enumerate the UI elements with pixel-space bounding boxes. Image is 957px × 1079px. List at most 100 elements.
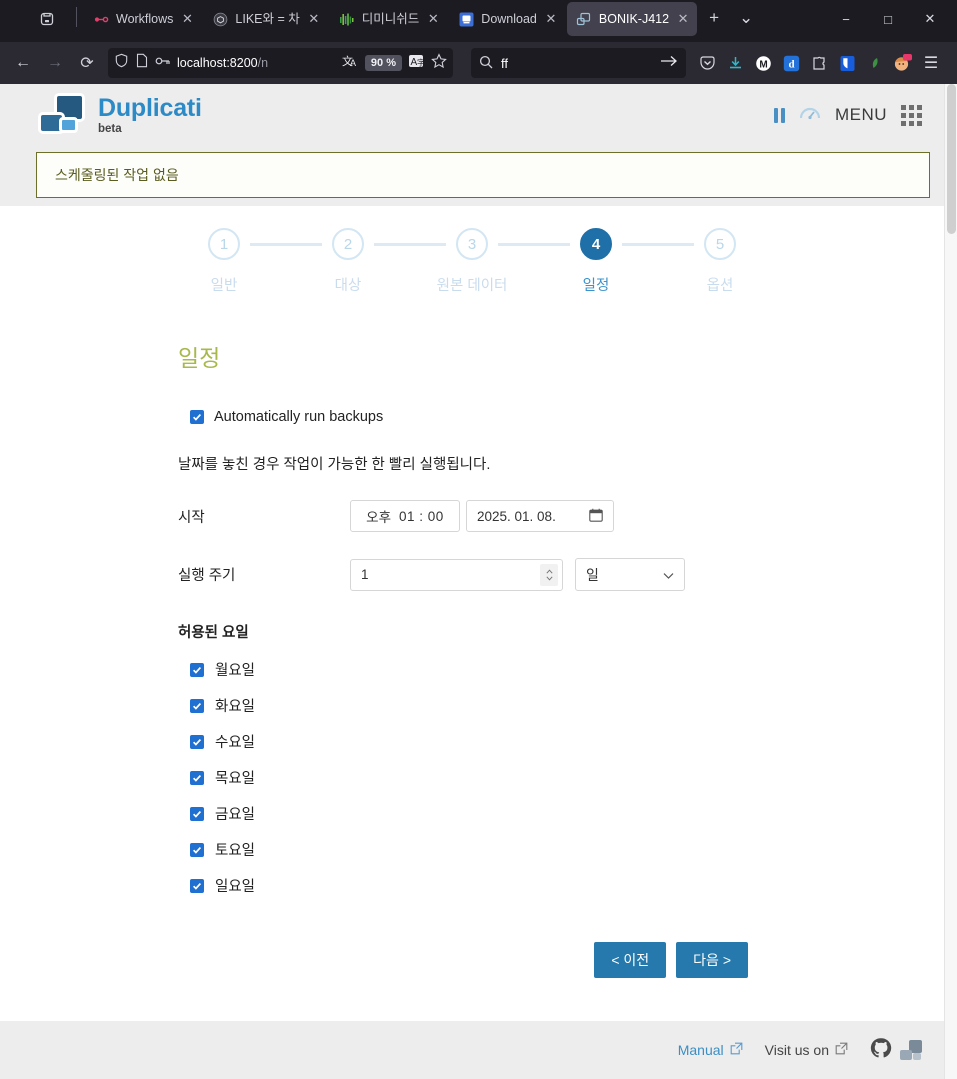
github-icon[interactable] [870, 1037, 892, 1064]
close-icon[interactable]: ✕ [544, 11, 558, 27]
permissions-key-icon[interactable] [155, 54, 171, 73]
shield-icon[interactable] [114, 53, 129, 73]
previous-button[interactable]: < 이전 [594, 942, 667, 978]
weekday-row[interactable]: 수요일 [178, 731, 944, 752]
close-icon[interactable]: ✕ [676, 11, 690, 27]
close-icon[interactable]: ✕ [180, 11, 194, 27]
new-tab-button[interactable]: + [700, 4, 728, 32]
auto-run-label: Automatically run backups [214, 409, 384, 425]
close-window-button[interactable]: ✕ [909, 3, 951, 35]
wizard-step-4[interactable]: 4 일정 [570, 228, 622, 295]
weekday-row[interactable]: 토요일 [178, 839, 944, 860]
m-extension-icon[interactable]: M [750, 50, 776, 76]
weekday-row[interactable]: 목요일 [178, 767, 944, 788]
page-scrollbar[interactable] [944, 84, 957, 1079]
close-icon[interactable]: ✕ [307, 11, 321, 27]
weekday-checkbox[interactable] [190, 734, 204, 749]
duplicati-icon[interactable] [900, 1040, 922, 1060]
tab-title: BONIK-J412 [598, 12, 670, 26]
interval-unit-select[interactable]: 일 [575, 558, 685, 591]
bookmark-star-icon[interactable] [431, 52, 447, 74]
auto-run-checkbox[interactable] [190, 410, 204, 424]
pocket-icon[interactable] [694, 50, 720, 76]
app-menu-button[interactable]: ☰ [918, 50, 944, 76]
scrollbar-thumb[interactable] [947, 84, 956, 234]
search-input[interactable]: ff [501, 56, 652, 71]
start-time-input[interactable]: 오후 01 : 00 [350, 500, 460, 532]
calendar-icon[interactable] [589, 508, 603, 525]
brand[interactable]: Duplicati beta [38, 93, 202, 137]
grid-menu-icon[interactable] [901, 104, 922, 126]
weekday-checkbox[interactable] [190, 770, 204, 785]
step-label: 옵션 [706, 278, 734, 294]
weekday-row[interactable]: 금요일 [178, 803, 944, 824]
app-header: Duplicati beta MENU [0, 84, 944, 146]
firefox-view-icon[interactable] [28, 3, 66, 35]
d-extension-icon[interactable]: d [778, 50, 804, 76]
tab-title: Workflows [116, 12, 174, 26]
browser-tab-download[interactable]: Download ✕ [449, 2, 565, 36]
weekday-row[interactable]: 일요일 [178, 875, 944, 896]
address-bar[interactable]: localhost:8200/n 文A 90 % A字 [108, 48, 453, 78]
reload-button[interactable]: ⟳ [72, 48, 102, 78]
wizard-step-2[interactable]: 2 대상 [322, 228, 374, 295]
translate-icon[interactable]: 文A [342, 53, 359, 74]
auto-run-row[interactable]: Automatically run backups [178, 409, 944, 425]
pause-icon[interactable] [773, 107, 785, 123]
interval-number-input[interactable]: 1 [350, 558, 563, 591]
visit-us-link[interactable]: Visit us on [765, 1042, 848, 1058]
bitwarden-icon[interactable] [834, 50, 860, 76]
schedule-form: 일정 Automatically run backups 날짜를 놓친 경우 작… [0, 295, 944, 978]
number-stepper-icon[interactable] [540, 563, 558, 586]
puzzle-icon[interactable] [806, 50, 832, 76]
notification-area: 스케줄링된 작업 없음 [0, 146, 944, 198]
step-number: 4 [580, 228, 612, 260]
external-link-icon [730, 1042, 743, 1058]
reader-translate-icon[interactable]: A字 [408, 53, 425, 74]
start-date-value: 2025. 01. 08. [477, 508, 556, 524]
weekday-checkbox[interactable] [190, 662, 204, 677]
search-bar[interactable]: ff [471, 48, 686, 78]
weekday-checkbox[interactable] [190, 878, 204, 893]
weekday-checkbox[interactable] [190, 698, 204, 713]
maximize-button[interactable]: □ [867, 3, 909, 35]
browser-tab-workflows[interactable]: Workflows ✕ [84, 2, 201, 36]
leaf-extension-icon[interactable] [862, 50, 888, 76]
weekday-label: 목요일 [215, 771, 256, 787]
weekday-label: 월요일 [215, 663, 256, 679]
chevron-down-icon [663, 567, 674, 583]
browser-tab-diminished[interactable]: 디미니쉬드 ✕ [330, 2, 448, 36]
next-button[interactable]: 다음 > [676, 942, 748, 978]
wizard-step-5[interactable]: 5 옵션 [694, 228, 746, 295]
start-date-input[interactable]: 2025. 01. 08. [466, 500, 614, 532]
list-all-tabs-button[interactable]: ⌄ [732, 4, 760, 32]
weekday-checkbox[interactable] [190, 806, 204, 821]
tabstrip-divider [76, 7, 77, 27]
manual-label: Manual [677, 1042, 724, 1058]
throttle-icon[interactable] [799, 104, 821, 127]
browser-tab-like[interactable]: LIKE와 = 차 ✕ [203, 2, 327, 36]
search-go-icon[interactable] [660, 54, 678, 73]
weekday-checkbox[interactable] [190, 842, 204, 857]
back-button[interactable]: ← [8, 48, 38, 78]
forward-button[interactable]: → [40, 48, 70, 78]
weekday-label: 토요일 [215, 843, 256, 859]
browser-tab-bonik[interactable]: BONIK-J412 ✕ [566, 2, 698, 36]
wizard-step-1[interactable]: 1 일반 [198, 228, 250, 295]
downloads-icon[interactable] [722, 50, 748, 76]
status-banner[interactable]: 스케줄링된 작업 없음 [36, 152, 930, 198]
step-connector [498, 243, 570, 246]
manual-link[interactable]: Manual [678, 1042, 743, 1058]
avatar-icon[interactable] [890, 50, 916, 76]
page-info-icon[interactable] [135, 53, 149, 73]
visit-label: Visit us on [764, 1042, 829, 1058]
zoom-level-badge[interactable]: 90 % [364, 55, 402, 71]
close-icon[interactable]: ✕ [426, 11, 440, 27]
menu-button[interactable]: MENU [835, 105, 887, 125]
minimize-button[interactable]: − [825, 3, 867, 35]
weekday-row[interactable]: 화요일 [178, 695, 944, 716]
start-time-value: 01 : 00 [399, 508, 444, 524]
wizard-step-3[interactable]: 3 원본 데이터 [437, 228, 507, 295]
wizard-buttons: < 이전 다음 > [178, 896, 944, 978]
weekday-row[interactable]: 월요일 [178, 659, 944, 680]
